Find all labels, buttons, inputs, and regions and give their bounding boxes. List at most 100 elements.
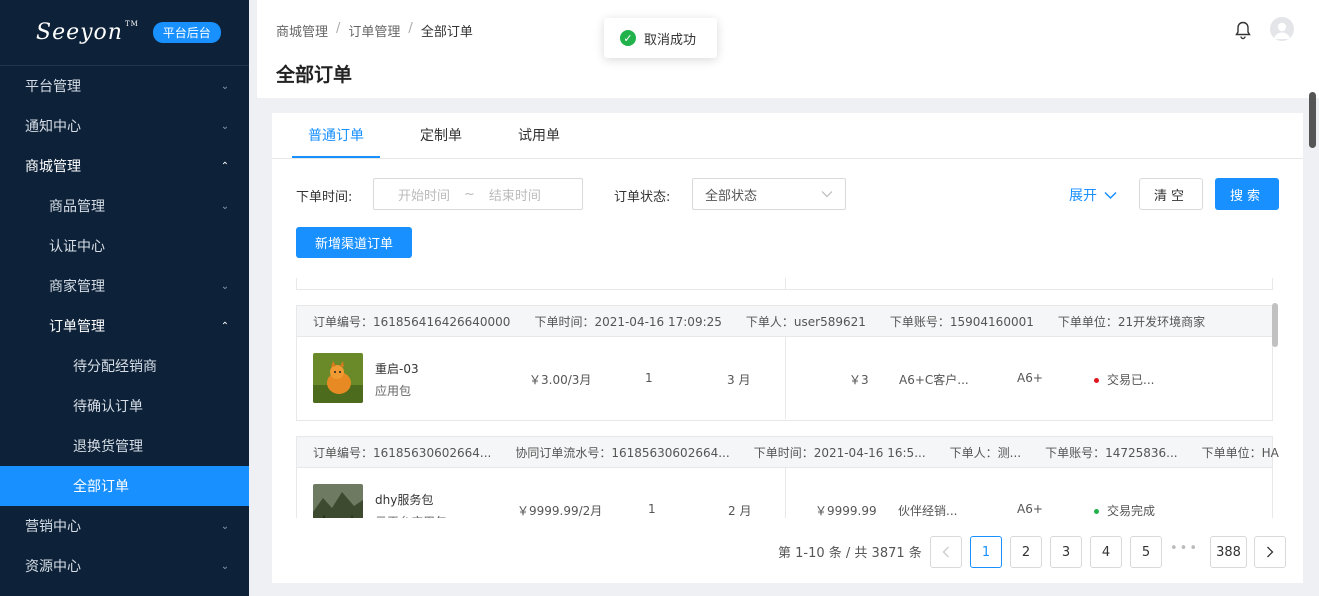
order-block: 订单编号：161856416426640000 下单时间：2021-04-16 … (296, 305, 1273, 421)
tab-custom-orders[interactable]: 定制单 (404, 113, 478, 158)
select-value: 全部状态 (705, 188, 758, 204)
page-button-1[interactable]: 1 (970, 536, 1002, 568)
toast-text: 取消成功 (644, 32, 697, 48)
order-block-partial (296, 278, 1273, 290)
tab-normal-orders[interactable]: 普通订单 (292, 113, 380, 158)
menu-label: 资源中心 (25, 559, 81, 575)
user-avatar-icon[interactable] (1270, 17, 1294, 41)
order-row[interactable]: dhy服务包 云平台应用包 ￥9999.99/2月 1 2 月 ￥9999.99… (297, 468, 1272, 518)
order-time: 下单时间：2021-04-16 16:5... (753, 445, 926, 460)
order-status-label: 订单状态: (614, 190, 671, 205)
pagination-total: 第 1-10 条 / 共 3871 条 (778, 546, 922, 561)
chevron-up-icon: ⌃ (220, 160, 230, 172)
menu-label: 商城管理 (25, 159, 81, 175)
pagination-ellipsis[interactable]: ••• (1170, 541, 1199, 556)
order-list-scrollbar[interactable] (1272, 303, 1278, 347)
status-dot-icon (1094, 378, 1099, 383)
edition: A6+ (1017, 371, 1043, 385)
prev-page-button[interactable] (930, 536, 962, 568)
breadcrumb-item[interactable]: 商城管理 (276, 21, 328, 40)
amount: ￥3 (849, 373, 869, 387)
menu-pending-confirm-orders[interactable]: 待确认订单 (0, 386, 249, 426)
order-block: 订单编号：16185630602664... 协同订单流水号：161856306… (296, 436, 1279, 518)
order-row[interactable]: 重启-03 应用包 ￥3.00/3月 1 3 月 ￥3 A6+C客户... A6… (297, 337, 1272, 419)
customer: A6+C客户... (899, 373, 969, 387)
breadcrumb-separator: / (336, 21, 341, 36)
tab-trial-orders[interactable]: 试用单 (502, 113, 576, 158)
menu-notification-center[interactable]: 通知中心 ⌄ (0, 106, 249, 146)
product-image (313, 353, 363, 403)
page-title: 全部订单 (276, 64, 353, 86)
chevron-down-icon: ⌄ (220, 560, 230, 572)
product-name[interactable]: dhy服务包 (375, 491, 433, 508)
chevron-down-icon (821, 187, 833, 202)
chevron-down-icon: ⌄ (220, 120, 230, 132)
chevron-left-icon (942, 546, 949, 558)
breadcrumb-item[interactable]: 订单管理 (348, 21, 400, 40)
breadcrumb-separator: / (408, 21, 413, 36)
menu-merchant-management[interactable]: 商家管理 ⌄ (0, 266, 249, 306)
page-button-3[interactable]: 3 (1050, 536, 1082, 568)
logo: Seeyon TM (36, 20, 139, 45)
menu-returns-management[interactable]: 退换货管理 (0, 426, 249, 466)
menu-product-management[interactable]: 商品管理 ⌄ (0, 186, 249, 226)
menu-resource-center[interactable]: 资源中心 ⌄ (0, 546, 249, 586)
customer: 伙伴经销... (898, 504, 958, 518)
page-button-4[interactable]: 4 (1090, 536, 1122, 568)
menu-label: 退换货管理 (73, 439, 143, 455)
unit-price: ￥9999.99/2月 (517, 504, 603, 518)
order-company: 下单单位：21开发环境商家 (1057, 314, 1206, 329)
end-date-input[interactable]: 结束时间 (489, 185, 541, 204)
add-channel-order-button[interactable]: 新增渠道订单 (296, 227, 412, 258)
bell-icon[interactable] (1233, 20, 1253, 40)
page-button-5[interactable]: 5 (1130, 536, 1162, 568)
page-button-2[interactable]: 2 (1010, 536, 1042, 568)
chevron-right-icon (1267, 546, 1274, 558)
search-button[interactable]: 搜索 (1215, 178, 1279, 210)
menu-label: 待分配经销商 (73, 359, 157, 375)
status-text: 交易完成 (1107, 504, 1156, 518)
menu-certification-center[interactable]: 认证中心 (0, 226, 249, 266)
menu-marketing-center[interactable]: 营销中心 ⌄ (0, 506, 249, 546)
menu-all-orders[interactable]: 全部订单 (0, 466, 249, 506)
column-divider (785, 468, 786, 518)
range-separator: ~ (464, 186, 475, 202)
page-header: 商城管理 / 订单管理 / 全部订单 全部订单 (257, 0, 1319, 98)
next-page-button[interactable] (1254, 536, 1286, 568)
page-button-last[interactable]: 388 (1210, 536, 1247, 568)
unit-price: ￥3.00/3月 (529, 373, 592, 387)
tabs-divider (272, 158, 1303, 159)
menu-order-management[interactable]: 订单管理 ⌃ (0, 306, 249, 346)
order-list: 订单编号：161856416426640000 下单时间：2021-04-16 … (296, 278, 1279, 518)
menu-platform-management[interactable]: 平台管理 ⌄ (0, 66, 249, 106)
breadcrumb: 商城管理 / 订单管理 / 全部订单 (276, 21, 473, 40)
order-user: 下单人：测... (949, 445, 1022, 460)
page-scrollbar[interactable] (1309, 92, 1316, 148)
menu-label: 认证中心 (49, 239, 105, 255)
expand-filters-button[interactable]: 展开 (1069, 185, 1117, 205)
order-time-label: 下单时间: (296, 190, 353, 205)
quantity: 1 (648, 502, 656, 516)
menu-mall-management[interactable]: 商城管理 ⌃ (0, 146, 249, 186)
chevron-down-icon: ⌄ (220, 280, 230, 292)
expand-label: 展开 (1069, 188, 1097, 204)
chevron-down-icon: ⌄ (220, 520, 230, 532)
order-account: 下单账号：14725836... (1045, 445, 1178, 460)
product-name[interactable]: 重启-03 (375, 360, 419, 377)
column-divider (785, 337, 786, 419)
breadcrumb-current: 全部订单 (420, 25, 473, 40)
chevron-up-icon: ⌃ (220, 320, 230, 332)
menu-label: 营销中心 (25, 519, 81, 535)
status-dot-icon (1094, 509, 1099, 514)
menu-label: 全部订单 (73, 479, 129, 495)
order-status-select[interactable]: 全部状态 (692, 178, 846, 210)
start-date-input[interactable]: 开始时间 (398, 185, 450, 204)
amount: ￥9999.99 (815, 504, 877, 518)
date-range-picker[interactable]: 开始时间 ~ 结束时间 (373, 178, 583, 210)
status-badge: 交易已... (1094, 371, 1154, 388)
chevron-down-icon: ⌄ (220, 200, 230, 212)
sidebar-header: Seeyon TM 平台后台 (0, 0, 249, 66)
menu-pending-distributor[interactable]: 待分配经销商 (0, 346, 249, 386)
clear-button[interactable]: 清空 (1139, 178, 1203, 210)
status-badge: 交易完成 (1094, 502, 1155, 518)
